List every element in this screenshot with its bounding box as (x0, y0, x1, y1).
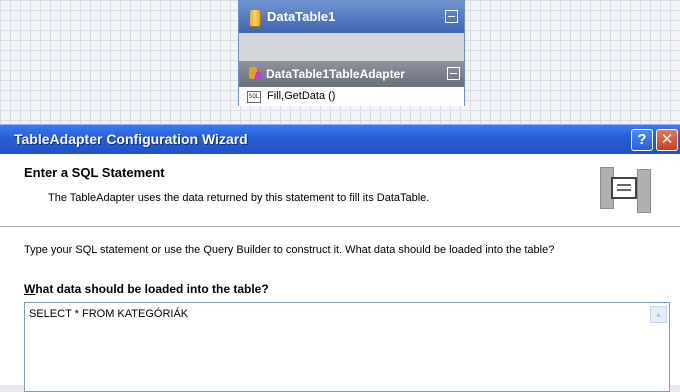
instruction-text: Type your SQL statement or use the Query… (24, 244, 555, 256)
tableadapter-icon (249, 67, 263, 81)
label-mnemonic: W (24, 282, 36, 296)
database-table-icon (249, 9, 261, 27)
close-button[interactable]: ✕ (656, 129, 678, 151)
dataset-designer-surface: DataTable1 DataTable1TableAdapter SQL Fi… (0, 0, 680, 124)
window-titlebar[interactable]: TableAdapter Configuration Wizard ? ✕ (0, 124, 680, 154)
window-title: TableAdapter Configuration Wizard (14, 131, 248, 147)
label-rest: hat data should be loaded into the table… (35, 282, 269, 296)
tableadapter-configuration-wizard: TableAdapter Configuration Wizard ? ✕ En… (0, 124, 680, 392)
wizard-header-panel: Enter a SQL Statement The TableAdapter u… (0, 154, 680, 227)
page-description: The TableAdapter uses the data returned … (48, 192, 430, 204)
collapse-tableadapter-button[interactable] (447, 67, 460, 80)
datatable-columns-area (239, 33, 464, 61)
wizard-body-panel: Type your SQL statement or use the Query… (0, 227, 680, 392)
help-button[interactable]: ? (631, 129, 653, 151)
page-heading: Enter a SQL Statement (24, 165, 165, 180)
scroll-up-arrow-icon[interactable]: ▲ (650, 306, 667, 323)
datatable-title: DataTable1 (267, 9, 336, 24)
sql-statement-value: SELECT * FROM KATEGÓRIÁK (29, 308, 189, 320)
sql-field-label: What data should be loaded into the tabl… (24, 282, 269, 296)
collapse-datatable-button[interactable] (445, 10, 458, 23)
query-method-label: Fill,GetData () (267, 90, 336, 102)
datatable-component[interactable]: DataTable1 DataTable1TableAdapter SQL Fi… (238, 0, 465, 106)
sql-query-icon: SQL (247, 91, 261, 103)
tableadapter-title: DataTable1TableAdapter (266, 67, 405, 81)
tableadapter-query-row[interactable]: SQL Fill,GetData () (239, 87, 464, 106)
sql-statement-textarea[interactable]: SELECT * FROM KATEGÓRIÁK ▲ (24, 302, 670, 392)
tableadapter-wizard-icon (597, 157, 653, 221)
tableadapter-header[interactable]: DataTable1TableAdapter (239, 61, 464, 87)
datatable-header[interactable]: DataTable1 (239, 1, 464, 33)
